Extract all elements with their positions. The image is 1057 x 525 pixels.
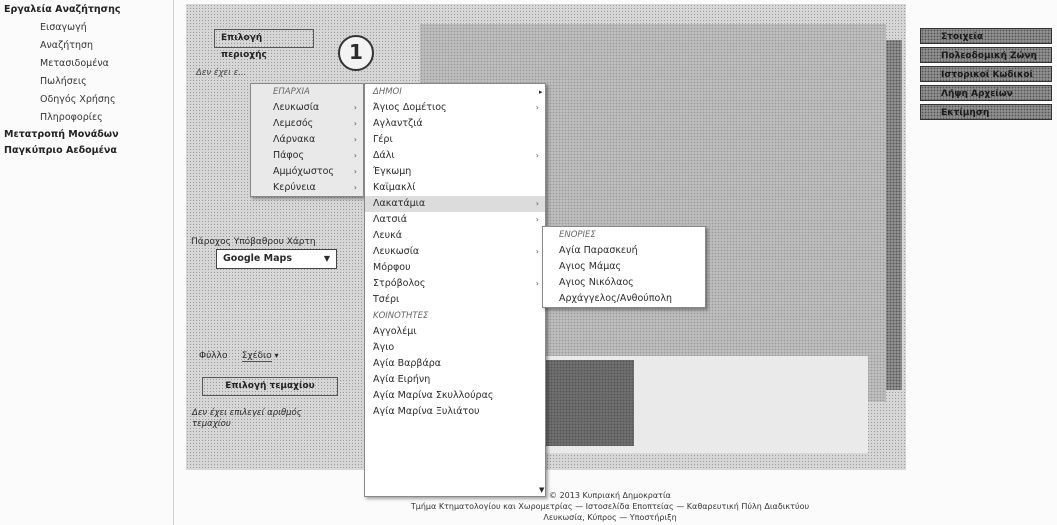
municipality-menu: ΔΗΜΟΙ Άγιος Δομέτιος › Αγλαντζιά Γέρι Δάλ… [364, 83, 546, 497]
menu-item-community[interactable]: Αγία Βαρβάρα [365, 356, 545, 372]
chevron-right-icon: › [535, 279, 539, 288]
menu-item-community[interactable]: Αγγολέμι [365, 324, 545, 340]
basemap-provider-select[interactable]: Google Maps ▼ [216, 249, 337, 269]
chevron-right-icon: › [353, 167, 357, 176]
chevron-right-icon: › [535, 103, 539, 112]
parishes-header: ΕΝΟΡΙΕΣ [559, 230, 596, 240]
aerial-photo-thumbnail[interactable] [544, 360, 634, 446]
chevron-right-icon: › [535, 215, 539, 224]
menu-item-community[interactable]: Αγία Μαρίνα Ξυλιάτου [365, 404, 545, 420]
chevron-right-icon: › [535, 151, 539, 160]
menu-item-district[interactable]: Λεμεσός › [251, 116, 363, 132]
footer-links[interactable]: Τμήμα Κτηματολογίου και Χωρομετρίας — Ισ… [380, 501, 840, 512]
menu-item-municipality[interactable]: Γέρι [365, 132, 545, 148]
menu-item-district[interactable]: Αμμόχωστος › [251, 164, 363, 180]
menu-item-municipality[interactable]: Δάλι › [365, 148, 545, 164]
menu-item-community[interactable]: Άγιο [365, 340, 545, 356]
communities-header: ΚΟΙΝΟΤΗΤΕΣ [373, 311, 429, 321]
menu-item-parish[interactable]: Αγιος Μάμας [543, 259, 705, 275]
sheet-label: Φύλλο [199, 351, 228, 361]
nav-title[interactable]: Εργαλεία Αναζήτησης [4, 4, 164, 19]
menu-scroll-up-icon[interactable]: ▸ [539, 88, 543, 96]
menu-item-district[interactable]: Λάρνακα › [251, 132, 363, 148]
nav-item-metadata[interactable]: Μετασιδομένα [4, 55, 164, 73]
chevron-down-icon: ▼ [323, 254, 330, 263]
select-plot-button[interactable]: Επιλογή τεμαχίου [202, 377, 338, 396]
footer: © 2013 Κυπριακή Δημοκρατία Τμήμα Κτηματο… [380, 490, 840, 523]
municipalities-header: ΔΗΜΟΙ [373, 87, 402, 97]
menu-item-municipality[interactable]: Λατσιά › [365, 212, 545, 228]
menu-item-district[interactable]: Πάφος › [251, 148, 363, 164]
sheet-plan-row: Φύλλο Σχέδιο ▾ [199, 351, 278, 362]
chevron-right-icon: › [353, 183, 357, 192]
menu-item-municipality[interactable]: Αγλαντζιά [365, 116, 545, 132]
menu-item-municipality[interactable]: Έγκωμη [365, 164, 545, 180]
menu-item-municipality[interactable]: Στρόβολος › [365, 276, 545, 292]
plan-dropdown-icon[interactable]: ▾ [274, 351, 278, 360]
nav-item-cyprus-data[interactable]: Παγκύπριο Αεδομένα [4, 143, 164, 159]
chevron-right-icon: › [353, 151, 357, 160]
menu-item-district[interactable]: Λευκωσία › [251, 100, 363, 116]
chevron-right-icon: › [535, 199, 539, 208]
menu-item-municipality[interactable]: Λακατάμια › [365, 196, 545, 212]
basemap-provider-label: Πάροχος Υπόβαθρου Χάρτη [191, 237, 316, 247]
menu-item-parish[interactable]: Αγία Παρασκευή [543, 243, 705, 259]
district-menu-header: ΕΠΑΡΧΙΑ [273, 87, 310, 97]
tool-button-history-codes[interactable]: Ιστορικοί Κωδικοί [920, 66, 1052, 82]
plan-label[interactable]: Σχέδιο [241, 351, 272, 362]
menu-item-district[interactable]: Κερύνεια › [251, 180, 363, 196]
nav-item-sales[interactable]: Πωλήσεις [4, 73, 164, 91]
basemap-provider-value: Google Maps [223, 253, 292, 264]
select-area-button[interactable]: Επιλογή περιοχής [214, 29, 314, 60]
menu-item-municipality[interactable]: Μόρφου [365, 260, 545, 276]
no-area-selected-text: Δεν έχει ε... [196, 68, 247, 78]
tool-button-planning-zone[interactable]: Πολεοδομική Ζώνη [920, 47, 1052, 63]
menu-item-parish[interactable]: Αρχάγγελος/Ανθούπολη [543, 291, 705, 307]
nav-item-information[interactable]: Πληροφορίες [4, 109, 164, 127]
menu-item-community[interactable]: Αγία Μαρίνα Σκυλλούρας [365, 388, 545, 404]
nav-item-unit-conversion[interactable]: Μετατροπή Μονάδων [4, 127, 164, 143]
chevron-right-icon: › [353, 135, 357, 144]
tool-button-details[interactable]: Στοιχεία [920, 28, 1052, 44]
left-divider [173, 0, 174, 525]
tool-button-valuation[interactable]: Εκτίμηση [920, 104, 1052, 120]
nav-item-user-guide[interactable]: Οδηγός Χρήσης [4, 91, 164, 109]
menu-item-community[interactable]: Αγία Ειρήνη [365, 372, 545, 388]
menu-item-municipality[interactable]: Λευκά [365, 228, 545, 244]
footer-copyright: © 2013 Κυπριακή Δημοκρατία [549, 491, 671, 500]
nav-item-intro[interactable]: Εισαγωγή [4, 19, 164, 37]
district-menu: ΕΠΑΡΧΙΑ Λευκωσία › Λεμεσός › Λάρνακα › Πάφο… [250, 83, 364, 197]
menu-item-parish[interactable]: Αγιος Νικόλαος [543, 275, 705, 291]
footer-extra[interactable]: Λευκωσία, Κύπρος — Υποστήριξη [380, 512, 840, 523]
chevron-right-icon: › [535, 247, 539, 256]
chevron-right-icon: › [353, 103, 357, 112]
parish-menu: ΕΝΟΡΙΕΣ Αγία Παρασκευή Αγιος Μάμας Αγιος… [542, 226, 706, 308]
left-navigation: Εργαλεία Αναζήτησης Εισαγωγή Αναζήτηση Μ… [4, 4, 164, 159]
no-plot-selected-text: Δεν έχει επιλεγεί αριθμός τεμαχίου [192, 408, 302, 429]
menu-item-municipality[interactable]: Άγιος Δομέτιος › [365, 100, 545, 116]
area-step-badge: 1 [338, 35, 374, 71]
tool-button-download-files[interactable]: Λήψη Αρχείων [920, 85, 1052, 101]
nav-item-search[interactable]: Αναζήτηση [4, 37, 164, 55]
menu-item-municipality[interactable]: Τσέρι [365, 292, 545, 308]
chevron-right-icon: › [353, 119, 357, 128]
menu-item-municipality[interactable]: Καϊμακλί [365, 180, 545, 196]
menu-item-municipality[interactable]: Λευκωσία › [365, 244, 545, 260]
